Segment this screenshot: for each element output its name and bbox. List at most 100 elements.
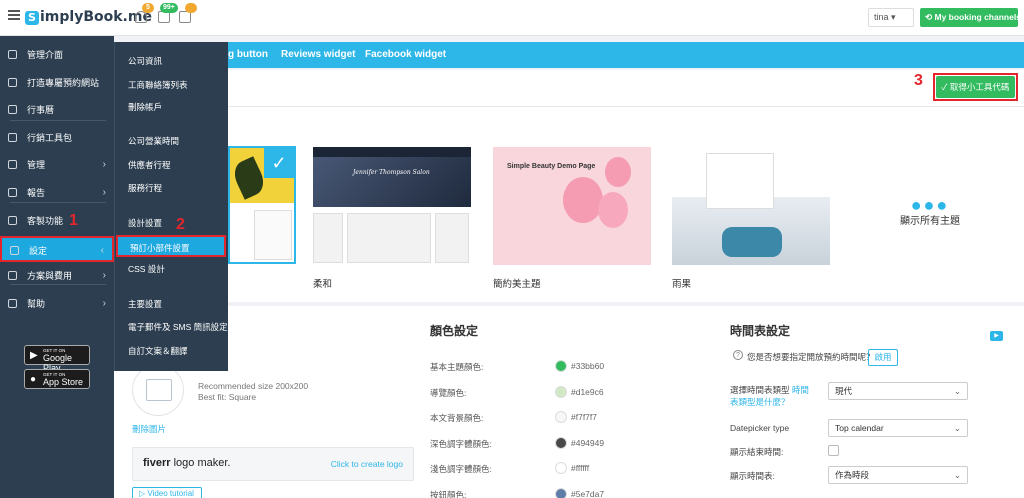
step-marker-3: 3 (914, 72, 923, 89)
sidebar-item[interactable]: 打造專屬預約網站 (0, 70, 114, 96)
plugin-icon (8, 216, 17, 225)
delete-image-link[interactable]: 刪除圖片 (132, 423, 166, 435)
submenu-item[interactable]: 預訂小部件設置 (116, 235, 226, 257)
schedule-type-select[interactable]: 現代 ⌄ (828, 382, 968, 400)
youtube-icon[interactable]: ▶ (990, 331, 1003, 341)
submenu-item[interactable]: 工商聯絡簿列表 (114, 74, 228, 96)
show-end-time-label: 顯示結束時間: (730, 447, 784, 457)
submenu-item[interactable]: 公司營業時間 (114, 130, 228, 152)
sidebar-item[interactable]: 設定 ‹ (0, 236, 114, 262)
color-swatch[interactable] (555, 462, 567, 474)
get-widget-code-button[interactable]: ✓ 取得小工具代碼 (936, 76, 1015, 98)
tab-facebook-widget[interactable]: Facebook widget (365, 42, 446, 68)
google-play-button[interactable]: ▶ GET IT ON Google Play (24, 345, 90, 373)
menu-icon[interactable] (8, 10, 20, 20)
apple-icon: ● (30, 374, 37, 385)
checkmark-icon: ✓ (264, 148, 294, 178)
tab-reviews-widget[interactable]: Reviews widget (281, 42, 355, 68)
submenu-item[interactable]: 供應者行程 (114, 154, 228, 176)
submenu-item[interactable]: 公司資訊 (114, 50, 228, 72)
color-hex-value[interactable]: #d1e9c6 (571, 387, 604, 397)
pencil-icon (8, 160, 17, 169)
help-icon: ? (733, 350, 743, 360)
recommended-size-text: Recommended size 200x200 (198, 381, 309, 391)
color-swatch[interactable] (555, 488, 567, 498)
sidebar-item[interactable]: 幫助 › (0, 291, 114, 317)
tab-booking-button[interactable]: g button (228, 42, 268, 68)
video-tutorial-button[interactable]: ▷ Video tutorial (132, 487, 202, 498)
logo-upload[interactable] (132, 364, 184, 416)
calendar-badge (185, 3, 197, 13)
schedule-type-label: 選擇時間表類型 時間表類型是什麼？ (730, 385, 809, 407)
color-swatch[interactable] (555, 386, 567, 398)
color-hex-value[interactable]: #ffffff (571, 463, 589, 473)
notifications-badge: 5 (142, 3, 154, 13)
submenu-item[interactable]: CSS 設計 (114, 258, 228, 280)
chevron-icon: › (102, 159, 106, 170)
show-end-time-checkbox[interactable] (828, 445, 839, 456)
color-swatch[interactable] (555, 437, 567, 449)
color-swatch[interactable] (555, 360, 567, 372)
theme-current[interactable]: ✓ (228, 146, 296, 264)
app-store-button[interactable]: ● GET IT ON App Store (24, 369, 90, 389)
sidebar-item[interactable]: 方案與費用 › (0, 263, 114, 289)
step-marker-1: 1 (69, 212, 78, 229)
submenu-item[interactable]: 自訂文案＆翻譯 (114, 340, 228, 362)
show-schedule-select[interactable]: 作為時段 ⌄ (828, 466, 968, 484)
color-label: 深色調字體顏色: (430, 439, 492, 449)
color-hex-value[interactable]: #494949 (571, 438, 604, 448)
color-label: 導覽顏色: (430, 388, 467, 398)
submenu-item[interactable]: 電子郵件及 SMS 簡訊設定 (114, 316, 228, 338)
color-hex-value[interactable]: #33bb60 (571, 361, 604, 371)
billing-icon (8, 271, 17, 280)
tasks-badge: 99+ (160, 3, 178, 13)
theme-preview-form (254, 210, 292, 260)
theme-label: 簡約美主題 (493, 279, 541, 290)
theme-soft[interactable]: Jennifer Thompson Salon (313, 147, 471, 265)
balloon-image (563, 177, 603, 223)
theme-preview-body (313, 207, 471, 265)
sidebar-item[interactable]: 客製功能 (0, 208, 114, 234)
color-hex-value[interactable]: #5e7da7 (571, 489, 604, 498)
widget-tab-bar: g button Reviews widget Facebook widget (228, 42, 1024, 68)
theme-simple-beauty[interactable]: Simple Beauty Demo Page (493, 147, 651, 265)
color-hex-value[interactable]: #f7f7f7 (571, 412, 597, 422)
submenu-item[interactable]: 主要設置 (114, 293, 228, 315)
divider (114, 106, 1024, 107)
fiverr-logo: fiverr logo maker. (143, 457, 231, 469)
datepicker-type-select[interactable]: Top calendar ⌄ (828, 419, 968, 437)
sidebar-item-label: 方案與費用 (27, 271, 73, 281)
google-play-icon: ▶ (30, 350, 38, 361)
gear-icon (10, 246, 19, 255)
chevron-down-icon: ⌄ (953, 386, 961, 396)
create-logo-link[interactable]: Click to create logo (331, 459, 403, 469)
submenu-divider (10, 284, 106, 285)
submenu-item[interactable]: 服務行程 (114, 177, 228, 199)
sidebar-item-label: 管理 (27, 160, 46, 170)
color-settings-title: 顏色設定 (430, 324, 479, 338)
sidebar-item-label: 打造專屬預約網站 (27, 78, 100, 88)
app-logo[interactable]: SimplyBook.me (25, 9, 152, 25)
fiverr-banner[interactable]: fiverr logo maker. Click to create logo (132, 447, 414, 481)
lightbulb-icon (8, 78, 17, 87)
submenu-item[interactable]: 設計設置 (114, 212, 228, 234)
dental-chair-image (722, 227, 782, 257)
enable-button[interactable]: 啟用 (868, 349, 898, 366)
sidebar-item-label: 管理介面 (27, 50, 64, 60)
chevron-icon: › (102, 298, 106, 309)
datepicker-type-label: Datepicker type (730, 423, 790, 433)
sidebar-item[interactable]: 管理介面 (0, 42, 114, 68)
sidebar-item-label: 行事曆 (27, 105, 55, 115)
chart-icon (8, 188, 17, 197)
chevron-down-icon: ⌄ (953, 423, 961, 433)
sidebar-item[interactable]: 管理 › (0, 152, 114, 178)
theme-hugo[interactable] (672, 147, 830, 265)
booking-channels-button[interactable]: ⟲ My booking channels ▾ (920, 8, 1024, 27)
color-swatch[interactable] (555, 411, 567, 423)
step-marker-2: 2 (176, 216, 185, 233)
submenu-divider (10, 202, 106, 203)
show-all-themes-button[interactable]: ●●● 顯示所有主題 (875, 196, 985, 227)
user-menu[interactable]: tina ▾ (868, 8, 914, 27)
submenu-item[interactable]: 刪除帳戶 (114, 96, 228, 118)
sidebar-item[interactable]: 行銷工具包 (0, 125, 114, 151)
